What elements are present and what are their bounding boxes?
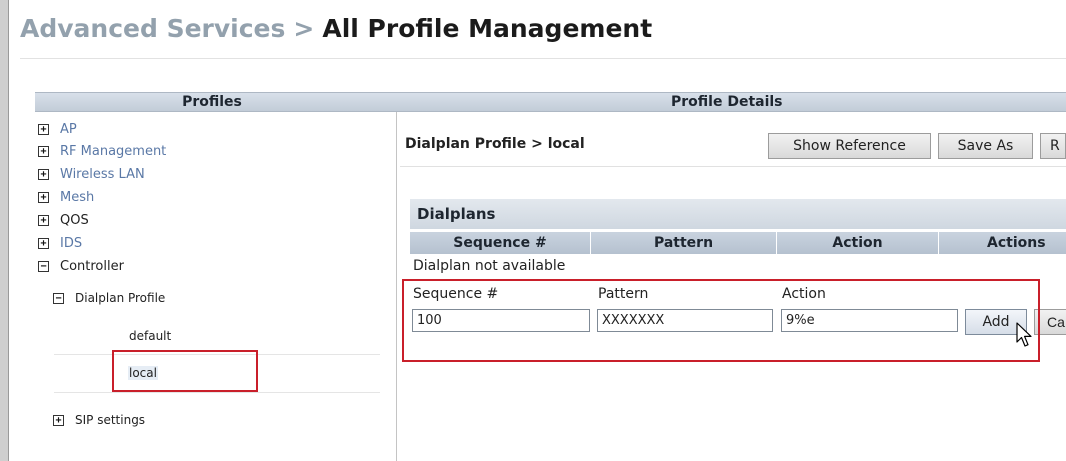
expand-icon[interactable]: + [38, 214, 49, 226]
expand-icon[interactable]: + [53, 414, 64, 426]
tree-item-label[interactable]: QOS [60, 213, 89, 228]
expand-icon[interactable]: + [38, 168, 49, 180]
tree-item-rf-management[interactable]: + RF Management [38, 141, 166, 161]
column-header-action: Action [777, 232, 939, 254]
tree-item-ap[interactable]: + AP [38, 119, 77, 139]
expand-icon[interactable]: + [38, 123, 49, 135]
tree-item-label[interactable]: Controller [60, 259, 124, 274]
tree-item-ids[interactable]: + IDS [38, 233, 82, 253]
tree-item-label[interactable]: SIP settings [75, 413, 145, 427]
column-header-sequence: Sequence # [410, 232, 591, 254]
tree-item-controller[interactable]: − Controller [38, 256, 124, 276]
tree-item-qos[interactable]: + QOS [38, 210, 89, 230]
expand-icon[interactable]: + [38, 145, 49, 157]
tree-leaf-default[interactable]: default [129, 329, 171, 343]
collapse-icon[interactable]: − [53, 292, 64, 304]
profiles-panel-header: Profiles [35, 92, 389, 112]
column-header-pattern: Pattern [591, 232, 777, 254]
title-divider [20, 58, 1066, 59]
profile-path-title: Dialplan Profile > local [405, 136, 585, 152]
tree-item-label[interactable]: AP [60, 122, 77, 137]
window-left-edge [0, 0, 9, 461]
tree-item-label[interactable]: Dialplan Profile [75, 291, 165, 305]
tree-item-wireless-lan[interactable]: + Wireless LAN [38, 164, 145, 184]
form-highlight-box [402, 279, 1040, 362]
tree-item-label[interactable]: Wireless LAN [60, 167, 145, 182]
dialplans-table-header: Sequence # Pattern Action Actions [410, 232, 1066, 254]
collapse-icon[interactable]: − [38, 260, 49, 272]
save-as-button[interactable]: Save As [938, 133, 1033, 159]
page-title: Advanced Services > All Profile Management [20, 14, 652, 43]
path-divider [400, 166, 1066, 167]
expand-icon[interactable]: + [38, 191, 49, 203]
breadcrumb-separator: > [293, 14, 315, 43]
tree-item-label[interactable]: Mesh [60, 190, 94, 205]
reset-button[interactable]: R [1040, 133, 1066, 159]
breadcrumb-current: All Profile Management [322, 14, 653, 43]
tree-item-dialplan-profile[interactable]: − Dialplan Profile [53, 288, 165, 308]
show-reference-button[interactable]: Show Reference [768, 133, 931, 159]
tree-item-label[interactable]: RF Management [60, 144, 166, 159]
panel-divider [396, 92, 397, 461]
tree-leaf-divider [54, 392, 380, 393]
tree-item-sip-settings[interactable]: + SIP settings [53, 410, 145, 430]
dialplans-section-header: Dialplans [410, 199, 1066, 229]
details-panel-title: Profile Details [671, 94, 783, 110]
breadcrumb-parent[interactable]: Advanced Services [20, 14, 285, 43]
mouse-cursor-icon [1016, 322, 1032, 347]
tree-item-label[interactable]: IDS [60, 236, 82, 251]
details-panel-header: Profile Details [388, 92, 1066, 112]
empty-table-message: Dialplan not available [413, 258, 566, 274]
selection-highlight-box [112, 350, 258, 392]
tree-item-mesh[interactable]: + Mesh [38, 187, 94, 207]
column-header-actions: Actions [987, 235, 1046, 251]
expand-icon[interactable]: + [38, 237, 49, 249]
